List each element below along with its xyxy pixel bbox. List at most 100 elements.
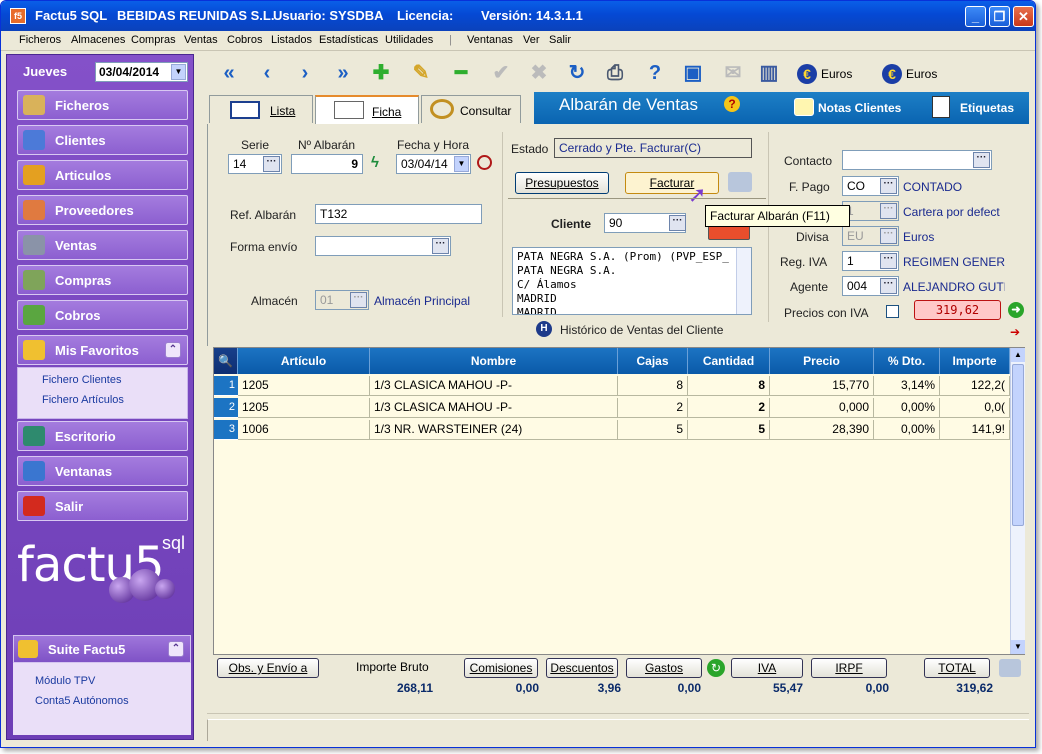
sidebar-item-clientes[interactable]: Clientes — [17, 125, 188, 155]
table-row[interactable]: 2 1205 1/3 CLASICA MAHOU -P- 2 2 0,000 0… — [214, 398, 1010, 418]
favorite-fichero-clientes[interactable]: Fichero Clientes — [42, 374, 121, 386]
euro-icon[interactable]: € — [797, 64, 817, 84]
minimize-button[interactable]: _ — [965, 6, 986, 27]
print-icon[interactable]: ⎙ — [603, 62, 627, 86]
contacto-lookup-button[interactable]: ··· — [973, 152, 990, 168]
collapse-icon[interactable]: ⌃ — [165, 342, 181, 358]
menu-listados[interactable]: Listados — [271, 34, 312, 46]
serie-lookup-button[interactable]: ··· — [263, 156, 280, 172]
favorite-fichero-articulos[interactable]: Fichero Artículos — [42, 394, 124, 406]
cell-nombre[interactable]: 1/3 CLASICA MAHOU -P- — [370, 376, 618, 396]
restore-button[interactable]: ❐ — [989, 6, 1010, 27]
suite-link-conta5[interactable]: Conta5 Autónomos — [35, 695, 129, 707]
clock-icon[interactable] — [477, 155, 492, 170]
first-record-icon[interactable]: « — [217, 62, 241, 86]
cell-cantidad[interactable]: 8 — [688, 376, 770, 396]
history-icon[interactable]: H — [536, 321, 552, 337]
column-header-precio[interactable]: Precio — [770, 348, 874, 374]
date-picker[interactable]: 03/04/2014 ▼ — [95, 62, 188, 82]
cell-dto[interactable]: 3,14% — [874, 376, 940, 396]
red-arrow-icon[interactable]: ➔ — [1010, 325, 1020, 339]
cell-nombre[interactable]: 1/3 NR. WARSTEINER (24) — [370, 420, 618, 440]
menu-almacenes[interactable]: Almacenes — [71, 34, 125, 46]
grid-search-icon[interactable]: 🔍 — [214, 348, 238, 374]
cell-cajas[interactable]: 5 — [618, 420, 688, 440]
column-header-articulo[interactable]: Artículo — [238, 348, 370, 374]
cell-articulo[interactable]: 1205 — [238, 398, 370, 418]
precios-iva-checkbox[interactable] — [886, 305, 899, 318]
grid-scrollbar[interactable]: ▲ ▼ — [1010, 348, 1025, 654]
cell-dto[interactable]: 0,00% — [874, 420, 940, 440]
tab-consultar[interactable]: Consultar — [421, 95, 521, 123]
column-header-nombre[interactable]: Nombre — [370, 348, 618, 374]
last-record-icon[interactable]: » — [331, 62, 355, 86]
sidebar-item-mis-favoritos[interactable]: Mis Favoritos ⌃ — [17, 335, 188, 365]
tools-icon[interactable]: ▥ — [757, 62, 781, 86]
delete-icon[interactable]: ━ — [449, 62, 473, 86]
scroll-up-icon[interactable]: ▲ — [1011, 348, 1025, 362]
sidebar-item-escritorio[interactable]: Escritorio — [17, 421, 188, 451]
obs-envio-button[interactable]: Obs. y Envío a — [217, 658, 319, 678]
print-icon[interactable] — [999, 659, 1021, 677]
menu-ventas[interactable]: Ventas — [184, 34, 218, 46]
regiva-lookup-button[interactable]: ··· — [880, 253, 897, 269]
agente-lookup-button[interactable]: ··· — [880, 278, 897, 294]
cell-articulo[interactable]: 1205 — [238, 376, 370, 396]
suite-link-tpv[interactable]: Módulo TPV — [35, 675, 95, 687]
currency-label[interactable]: Euros — [906, 67, 937, 81]
menu-ver[interactable]: Ver — [523, 34, 540, 46]
sidebar-item-ventas[interactable]: Ventas — [17, 230, 188, 260]
next-record-icon[interactable]: › — [293, 62, 317, 86]
refresh-icon[interactable]: ↻ — [565, 62, 589, 86]
sidebar-item-articulos[interactable]: Articulos — [17, 160, 188, 190]
lightning-icon[interactable]: ϟ — [371, 154, 379, 171]
column-header-cantidad[interactable]: Cantidad — [688, 348, 770, 374]
recalculate-icon[interactable]: ↻ — [707, 659, 725, 677]
cell-importe[interactable]: 0,0( — [940, 398, 1010, 418]
cell-precio[interactable]: 0,000 — [770, 398, 874, 418]
envio-field[interactable] — [315, 236, 451, 256]
print-icon[interactable] — [728, 172, 752, 192]
suite-header[interactable]: Suite Factu5 ⌃ — [13, 635, 191, 663]
sidebar-item-cobros[interactable]: Cobros — [17, 300, 188, 330]
fecha-field[interactable]: 03/04/14 ▼ — [396, 154, 471, 174]
presupuestos-button[interactable]: Presupuestos — [515, 172, 609, 194]
sidebar-item-compras[interactable]: Compras — [17, 265, 188, 295]
sidebar-item-ficheros[interactable]: Ficheros — [17, 90, 188, 120]
menu-ventanas[interactable]: Ventanas — [467, 34, 513, 46]
gastos-button[interactable]: Gastos — [626, 658, 702, 678]
info-icon[interactable]: ? — [724, 96, 740, 112]
currency-label[interactable]: Euros — [821, 67, 852, 81]
cell-importe[interactable]: 141,9! — [940, 420, 1010, 440]
historico-link[interactable]: Histórico de Ventas del Cliente — [560, 323, 723, 337]
column-header-importe[interactable]: Importe — [940, 348, 1010, 374]
cliente-lookup-button[interactable]: ··· — [669, 215, 686, 231]
cell-dto[interactable]: 0,00% — [874, 398, 940, 418]
cell-cajas[interactable]: 8 — [618, 376, 688, 396]
menu-estadisticas[interactable]: Estadísticas — [319, 34, 378, 46]
window-icon[interactable]: ▣ — [681, 62, 705, 86]
sidebar-item-ventanas[interactable]: Ventanas — [17, 456, 188, 486]
albaran-field[interactable]: 9 — [291, 154, 363, 174]
cell-cajas[interactable]: 2 — [618, 398, 688, 418]
cell-cantidad[interactable]: 5 — [688, 420, 770, 440]
column-header-cajas[interactable]: Cajas — [618, 348, 688, 374]
go-arrow-icon[interactable]: ➜ — [1008, 302, 1024, 318]
menu-salir[interactable]: Salir — [549, 34, 571, 46]
scroll-thumb[interactable] — [1012, 364, 1024, 526]
irpf-button[interactable]: IRPF — [811, 658, 887, 678]
scrollbar[interactable] — [736, 248, 751, 314]
cell-importe[interactable]: 122,2( — [940, 376, 1010, 396]
comisiones-button[interactable]: Comisiones — [464, 658, 538, 678]
cell-nombre[interactable]: 1/3 CLASICA MAHOU -P- — [370, 398, 618, 418]
scroll-down-icon[interactable]: ▼ — [1011, 640, 1025, 654]
descuentos-button[interactable]: Descuentos — [546, 658, 618, 678]
tab-ficha[interactable]: Ficha — [315, 95, 419, 124]
help-icon[interactable]: ? — [643, 62, 667, 86]
chevron-down-icon[interactable]: ▼ — [171, 64, 186, 80]
total-button[interactable]: TOTAL — [924, 658, 990, 678]
menu-utilidades[interactable]: Utilidades — [385, 34, 433, 46]
add-icon[interactable]: ✚ — [369, 62, 393, 86]
table-row[interactable]: 1 1205 1/3 CLASICA MAHOU -P- 8 8 15,770 … — [214, 376, 1010, 396]
notes-button[interactable]: Notas Clientes — [818, 101, 901, 115]
